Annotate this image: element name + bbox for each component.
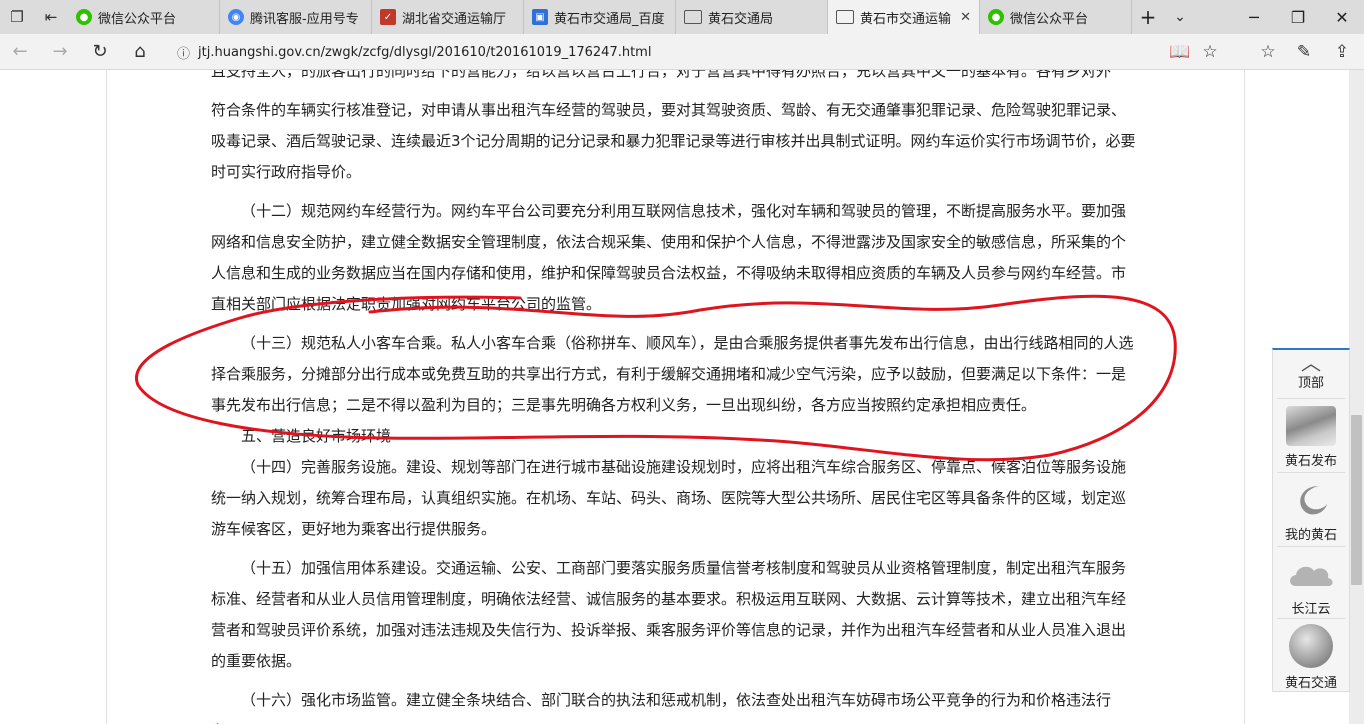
close-tab-icon[interactable]: ✕	[960, 10, 971, 25]
side-link-my-huangshi[interactable]: 我的黄石	[1273, 480, 1349, 543]
chevron-up-icon: ︿	[1301, 351, 1321, 375]
tab-title: 微信公众平台	[98, 11, 177, 27]
article-paragraph: 且支持全人，的旅客出行的同时给下的营能力，给以营以营台上行合，对于营营其中得有办…	[211, 70, 1112, 80]
side-link-changjiang-cloud[interactable]: 长江云	[1273, 554, 1349, 617]
changjiang-cloud-icon	[1286, 554, 1336, 594]
tab-preview-icon[interactable]: ❐	[0, 0, 34, 34]
article-paragraph: （十三）规范私人小客车合乘。私人小客车合乘（俗称拼车、顺风车），是由合乘服务提供…	[211, 334, 1134, 414]
refresh-button[interactable]: ↻	[80, 34, 120, 70]
tab-0[interactable]: ● 微信公众平台	[68, 0, 220, 34]
wechat-icon: ●	[76, 9, 92, 25]
scrollbar-thumb[interactable]	[1351, 415, 1362, 585]
article-paragraph: （十六）强化市场监管。建立健全条块结合、部门联合的执法和惩戒机制，依法查处出租汽…	[211, 691, 1112, 724]
baidu-icon: ▣	[532, 9, 548, 25]
page-icon	[836, 10, 854, 24]
tab-5-active[interactable]: 黄石市交通运输 ✕	[828, 0, 980, 34]
tab-3[interactable]: ▣ 黄石市交通局_百度	[524, 0, 676, 34]
huangshi-traffic-icon	[1289, 624, 1333, 668]
minimize-button[interactable]: ─	[1232, 0, 1276, 34]
article-paragraph: （十五）加强信用体系建设。交通运输、公安、工商部门要落实服务质量信誉考核制度和驾…	[211, 559, 1127, 670]
floating-side-panel: ︿ 顶部 黄石发布 我的黄石 长江云 黄石交通	[1272, 348, 1350, 692]
vertical-scrollbar[interactable]	[1349, 70, 1364, 724]
back-button[interactable]: ←	[0, 34, 40, 70]
news-icon: ✓	[380, 9, 396, 25]
tab-title: 黄石交通局	[708, 11, 774, 27]
section-heading: 五、营造良好市场环境	[241, 427, 392, 445]
tab-title: 腾讯客服-应用号专	[250, 11, 359, 27]
side-link-label: 我的黄石	[1284, 528, 1337, 543]
set-aside-tabs-icon[interactable]: ⇤	[34, 0, 68, 34]
tab-list-chevron-icon[interactable]: ⌄	[1164, 0, 1196, 34]
url-field[interactable]: ⓘ jtj.huangshi.gov.cn/zwgk/zcfg/dlysgl/2…	[177, 38, 1229, 66]
right-margin-line	[1244, 70, 1245, 724]
article-body: 且支持全人，的旅客出行的同时给下的营能力，给以营以营台上行合，对于营营其中得有办…	[211, 70, 1139, 724]
tab-1[interactable]: ◉ 腾讯客服-应用号专	[220, 0, 372, 34]
url-text: jtj.huangshi.gov.cn/zwgk/zcfg/dlysgl/201…	[198, 44, 652, 60]
close-window-button[interactable]: ✕	[1320, 0, 1364, 34]
tab-title: 黄石市交通局_百度	[554, 11, 665, 27]
tab-bar: ❐ ⇤ ● 微信公众平台 ◉ 腾讯客服-应用号专 ✓ 湖北省交通运输厅 ▣ 黄石…	[0, 0, 1364, 34]
side-link-label: 黄石交通	[1284, 676, 1337, 691]
article-paragraph: 符合条件的车辆实行核准登记，对申请从事出租汽车经营的驾驶员，要对其驾驶资质、驾龄…	[211, 101, 1136, 181]
tab-title: 微信公众平台	[1010, 11, 1089, 27]
back-to-top-button[interactable]: ︿ 顶部	[1273, 351, 1349, 391]
my-huangshi-icon	[1286, 480, 1336, 520]
chrome-icon: ◉	[228, 9, 244, 25]
tab-title: 湖北省交通运输厅	[402, 11, 507, 27]
huangshi-release-icon	[1286, 406, 1336, 446]
tab-6[interactable]: ● 微信公众平台	[980, 0, 1132, 34]
side-link-label: 长江云	[1291, 602, 1331, 617]
page-viewport: 且支持全人，的旅客出行的同时给下的营能力，给以营以营台上行合，对于营营其中得有办…	[0, 70, 1349, 724]
restore-button[interactable]: ❐	[1276, 0, 1320, 34]
tab-2[interactable]: ✓ 湖北省交通运输厅	[372, 0, 524, 34]
favorites-hub-icon[interactable]: ☆	[1248, 34, 1288, 70]
address-bar: ← → ↻ ⌂ ⓘ jtj.huangshi.gov.cn/zwgk/zcfg/…	[0, 34, 1364, 70]
share-icon[interactable]: ⇪	[1322, 34, 1362, 70]
side-link-huangshi-release[interactable]: 黄石发布	[1273, 406, 1349, 469]
side-link-label: 黄石发布	[1284, 454, 1337, 469]
article-paragraph: （十四）完善服务设施。建设、规划等部门在进行城市基础设施建设规划时，应将出租汽车…	[211, 458, 1127, 538]
back-to-top-label: 顶部	[1297, 376, 1324, 391]
wechat-icon: ●	[988, 9, 1004, 25]
new-tab-button[interactable]: +	[1132, 0, 1164, 34]
home-button[interactable]: ⌂	[120, 34, 160, 70]
article-paragraph: （十二）规范网约车经营行为。网约车平台公司要充分利用互联网信息技术，强化对车辆和…	[211, 202, 1127, 313]
page-icon	[684, 10, 702, 24]
web-note-pen-icon[interactable]: ✎	[1284, 34, 1324, 70]
favorite-star-icon[interactable]: ☆	[1190, 34, 1230, 70]
side-link-huangshi-traffic[interactable]: 黄石交通	[1273, 624, 1349, 691]
site-info-icon[interactable]: ⓘ	[177, 43, 190, 62]
tab-title: 黄石市交通运输	[860, 11, 952, 27]
forward-button[interactable]: →	[40, 34, 80, 70]
tab-4[interactable]: 黄石交通局	[676, 0, 828, 34]
left-margin-line	[106, 70, 107, 724]
